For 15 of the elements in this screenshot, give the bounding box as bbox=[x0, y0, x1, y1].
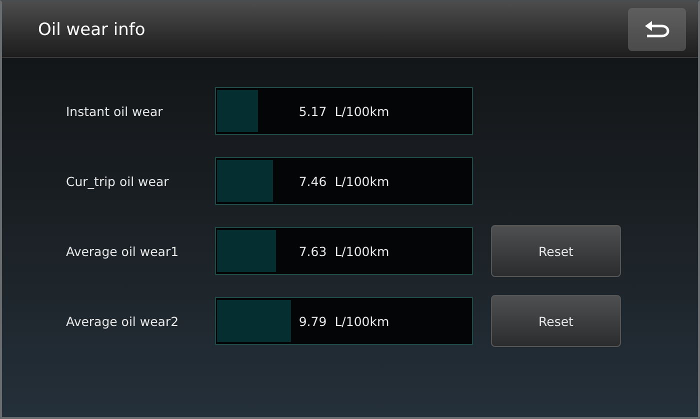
unit-label: L/100km bbox=[334, 314, 390, 328]
reset-button[interactable]: Reset bbox=[491, 225, 621, 277]
unit-label: L/100km bbox=[334, 244, 390, 258]
meter-reading: 9.79 bbox=[298, 314, 327, 328]
window-title: Oil wear info bbox=[38, 20, 146, 40]
unit-label: L/100km bbox=[334, 174, 390, 188]
reset-button[interactable]: Reset bbox=[491, 295, 621, 347]
meter-reading: 7.63 bbox=[298, 244, 327, 258]
row-label: Average oil wear1 bbox=[66, 244, 180, 258]
meter-reading: 5.17 bbox=[298, 104, 327, 118]
row-label: Average oil wear2 bbox=[66, 314, 180, 328]
meter-reading: 7.46 bbox=[298, 174, 327, 188]
row-label: Cur_trip oil wear bbox=[66, 174, 170, 188]
unit-label: L/100km bbox=[334, 104, 390, 118]
row-label: Instant oil wear bbox=[66, 104, 164, 118]
